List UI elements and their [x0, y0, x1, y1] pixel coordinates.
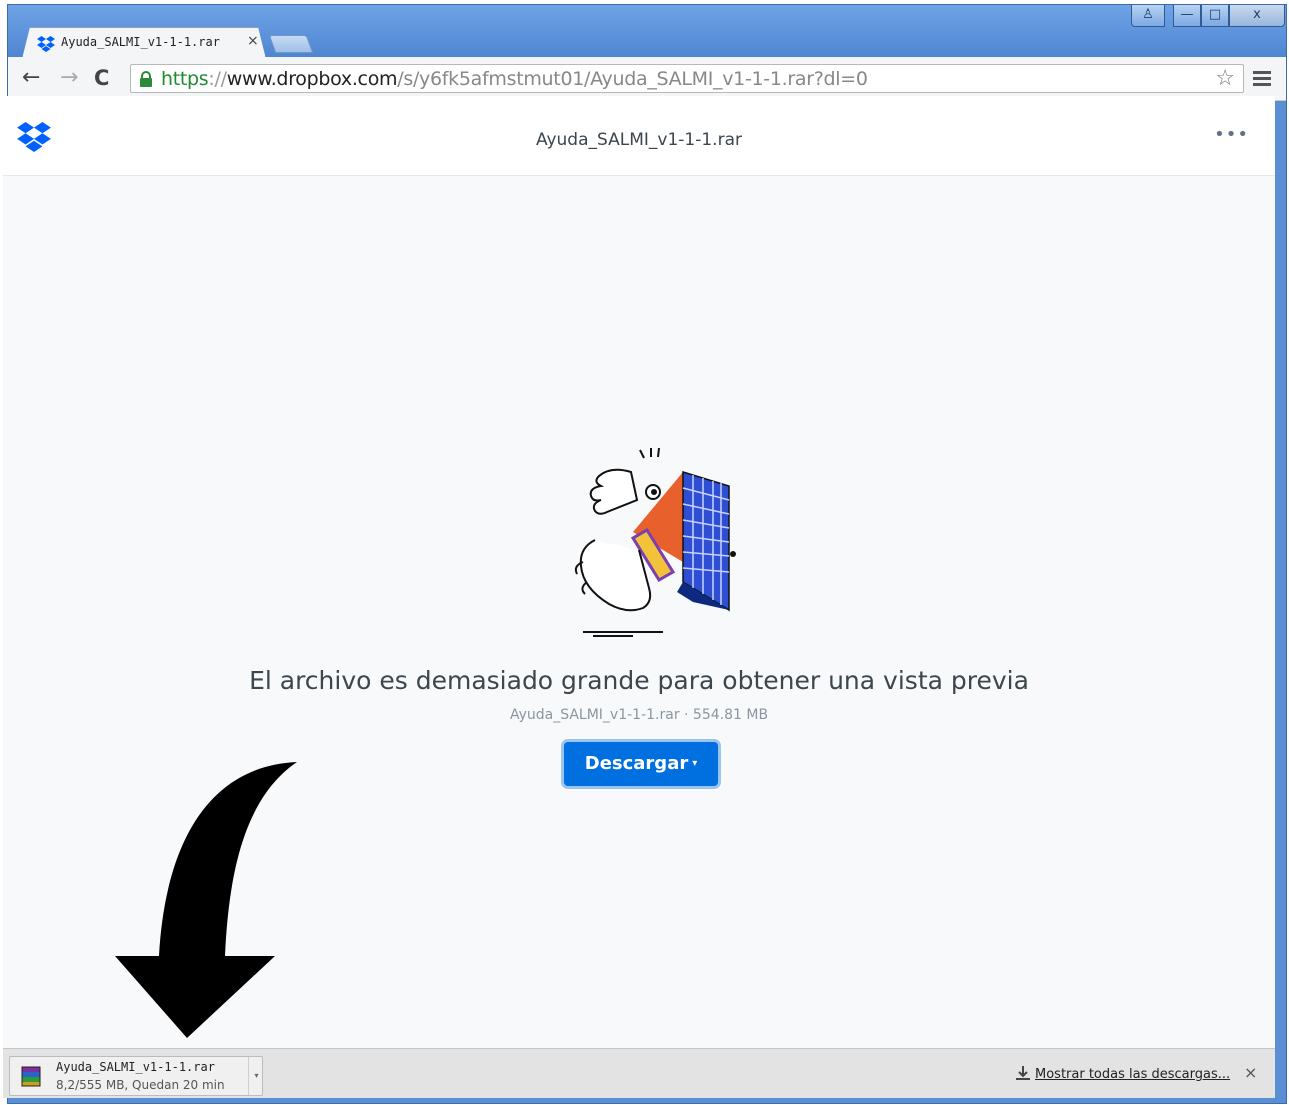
curved-arrow-down-icon [57, 756, 307, 1048]
url-scheme: https [161, 68, 209, 90]
preview-error-message: El archivo es demasiado grande para obte… [249, 666, 1029, 695]
minimize-button[interactable]: — [1173, 5, 1201, 27]
bookmark-star-icon[interactable]: ☆ [1215, 66, 1235, 91]
browser-toolbar: ← → C https://www.dropbox.com/s/y6fk5afm… [8, 57, 1286, 101]
browser-tab-active[interactable]: Ayuda_SALMI_v1-1-1.rar × [22, 27, 266, 59]
close-window-button[interactable]: x [1229, 5, 1285, 27]
file-info: Ayuda_SALMI_v1-1-1.rar · 554.81 MB [509, 707, 769, 723]
chrome-menu-icon[interactable] [1253, 71, 1271, 89]
new-tab-button[interactable] [268, 35, 314, 53]
tab-close-icon[interactable]: × [247, 33, 259, 49]
tab-title: Ayuda_SALMI_v1-1-1.rar [61, 35, 220, 49]
url-text: https://www.dropbox.com/s/y6fk5afmstmut0… [161, 68, 868, 90]
file-too-large-illustration [543, 442, 743, 646]
user-profile-button[interactable]: ♙ [1131, 5, 1165, 27]
page-viewport: Ayuda_SALMI_v1-1-1.rar ••• El archivo es… [3, 96, 1275, 1048]
download-arrow-icon [1015, 1065, 1031, 1085]
download-button-label: Descargar [584, 753, 689, 774]
download-item[interactable]: Ayuda_SALMI_v1-1-1.rar 8,2/555 MB, Queda… [9, 1056, 263, 1096]
back-icon[interactable]: ← [22, 67, 40, 89]
download-status: 8,2/555 MB, Quedan 20 min [56, 1078, 225, 1092]
page-title: Ayuda_SALMI_v1-1-1.rar [536, 130, 742, 150]
close-shelf-icon[interactable]: × [1244, 1063, 1257, 1082]
maximize-button[interactable]: □ [1201, 5, 1229, 27]
more-options-icon[interactable]: ••• [1214, 124, 1249, 145]
address-bar[interactable]: https://www.dropbox.com/s/y6fk5afmstmut0… [130, 64, 1244, 93]
title-bar: ♙ — □ x Ayuda_SALMI_v1-1-1.rar × [8, 5, 1286, 57]
dropbox-favicon-icon [37, 36, 55, 56]
url-separator: :// [208, 68, 227, 90]
download-button[interactable]: Descargar ▾ [564, 742, 718, 786]
show-all-downloads-link[interactable]: Mostrar todas las descargas... [1035, 1067, 1230, 1082]
caret-down-icon: ▾ [692, 758, 698, 769]
download-filename: Ayuda_SALMI_v1-1-1.rar [56, 1060, 215, 1074]
url-host: www.dropbox.com [226, 68, 398, 90]
reload-icon[interactable]: C [94, 67, 109, 89]
lock-icon [139, 71, 153, 91]
rar-archive-icon [20, 1065, 42, 1091]
download-shelf: Ayuda_SALMI_v1-1-1.rar 8,2/555 MB, Queda… [3, 1048, 1275, 1098]
url-path: /s/y6fk5afmstmut01/Ayuda_SALMI_v1-1-1.ra… [397, 68, 868, 90]
dropbox-header: Ayuda_SALMI_v1-1-1.rar ••• [3, 96, 1275, 176]
download-menu-chevron-icon[interactable]: ▾ [248, 1057, 264, 1095]
forward-icon[interactable]: → [60, 67, 78, 89]
